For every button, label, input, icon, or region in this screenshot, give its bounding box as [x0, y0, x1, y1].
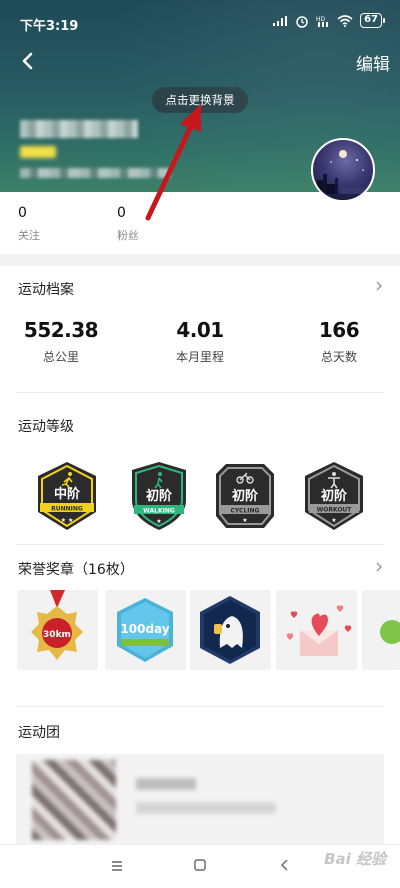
svg-text:30km: 30km	[43, 630, 71, 640]
total-km-stat: 552.38 总公里	[6, 318, 116, 365]
100day-medal-icon: 100day	[117, 598, 173, 662]
honor-medals-title[interactable]: 荣誉奖章（16枚）	[18, 559, 134, 579]
month-km-value: 4.01	[176, 318, 224, 342]
watermark-logo: Bai 经验	[324, 850, 386, 868]
walking-level-badge[interactable]: 初阶 WALKING ★	[126, 460, 192, 532]
divider	[16, 544, 384, 545]
avatar[interactable]	[311, 138, 375, 202]
medal-card-love-letter[interactable]	[276, 590, 357, 670]
status-bar: 下午3:19 HD 67	[0, 0, 400, 44]
following-count: 0	[18, 205, 27, 221]
total-days-stat: 166 总天数	[284, 318, 394, 365]
fans-stat[interactable]: 0 粉丝	[117, 205, 139, 243]
partial-medal-icon	[380, 620, 400, 644]
signal-icon	[272, 15, 288, 27]
month-km-label: 本月里程	[175, 350, 224, 364]
cycling-level-text: 初阶	[232, 488, 259, 504]
following-stat[interactable]: 0 关注	[18, 205, 40, 243]
follow-stats: 0 关注 0 粉丝	[0, 205, 400, 247]
chevron-left-icon	[22, 52, 33, 70]
back-nav-icon[interactable]	[278, 858, 292, 872]
love-letter-medal-icon	[286, 605, 352, 656]
svg-text:★: ★	[242, 517, 247, 524]
fans-count: 0	[117, 205, 126, 221]
username-blurred	[20, 120, 138, 138]
home-icon[interactable]	[193, 858, 207, 872]
total-days-value: 166	[318, 318, 360, 342]
chevron-right-icon[interactable]	[374, 562, 384, 572]
svg-text:100day: 100day	[120, 622, 169, 636]
battery-icon: 67	[360, 13, 385, 28]
wifi-icon	[337, 14, 353, 27]
svg-text:HD: HD	[316, 16, 326, 23]
medal-card-ghost[interactable]	[190, 590, 271, 670]
following-label: 关注	[18, 229, 40, 242]
month-km-stat: 4.01 本月里程	[145, 318, 255, 365]
cycling-type-text: CYCLING	[231, 508, 260, 515]
hd-icon: HD	[316, 14, 330, 28]
cycling-level-badge[interactable]: 初阶 CYCLING ★	[212, 460, 278, 532]
total-km-value: 552.38	[23, 318, 99, 342]
svg-text:★: ★	[331, 517, 336, 524]
medal-card-partial[interactable]	[362, 590, 400, 670]
change-background-button[interactable]: 点击更换背景	[152, 87, 248, 113]
workout-level-text: 初阶	[321, 488, 348, 504]
medal-card-100day[interactable]: 100day	[105, 590, 186, 670]
section-divider	[0, 254, 400, 266]
workout-level-badge[interactable]: 初阶 WORKOUT ★	[301, 460, 367, 532]
sports-team-title: 运动团	[18, 725, 60, 741]
menu-icon[interactable]	[110, 859, 124, 873]
team-name-blurred	[136, 778, 196, 790]
chevron-right-icon	[376, 281, 383, 291]
running-type-text: RUNNING	[51, 506, 83, 513]
fans-label: 粉丝	[117, 229, 139, 242]
svg-text:★: ★	[156, 518, 161, 525]
walking-type-text: WALKING	[143, 508, 175, 515]
team-info-blurred	[136, 802, 276, 814]
sports-profile-title: 运动档案	[18, 282, 74, 298]
svg-text:★ ★: ★ ★	[61, 517, 74, 524]
running-level-badge[interactable]: 中阶 RUNNING ★ ★	[34, 460, 100, 532]
user-tag-blurred	[20, 146, 56, 158]
medal-card-30km[interactable]: 30km	[17, 590, 98, 670]
30km-medal-icon: 30km	[31, 590, 83, 660]
status-icons: HD 67	[272, 13, 385, 28]
back-button[interactable]	[14, 48, 40, 74]
total-days-label: 总天数	[320, 350, 357, 364]
alarm-icon	[295, 14, 309, 28]
sports-level-title: 运动等级	[18, 419, 74, 435]
workout-type-text: WORKOUT	[317, 507, 353, 514]
total-km-label: 总公里	[42, 350, 79, 364]
ghost-medal-icon	[200, 596, 260, 664]
walking-level-text: 初阶	[146, 488, 173, 504]
divider	[16, 706, 384, 707]
sports-team-card[interactable]	[16, 754, 384, 844]
divider	[16, 392, 384, 393]
edit-button[interactable]: 编辑	[356, 50, 390, 75]
user-info-blurred	[20, 168, 170, 178]
status-time: 下午3:19	[20, 19, 79, 34]
avatar-image	[313, 150, 373, 200]
team-image-blurred	[32, 760, 116, 840]
running-level-text: 中阶	[54, 486, 81, 502]
